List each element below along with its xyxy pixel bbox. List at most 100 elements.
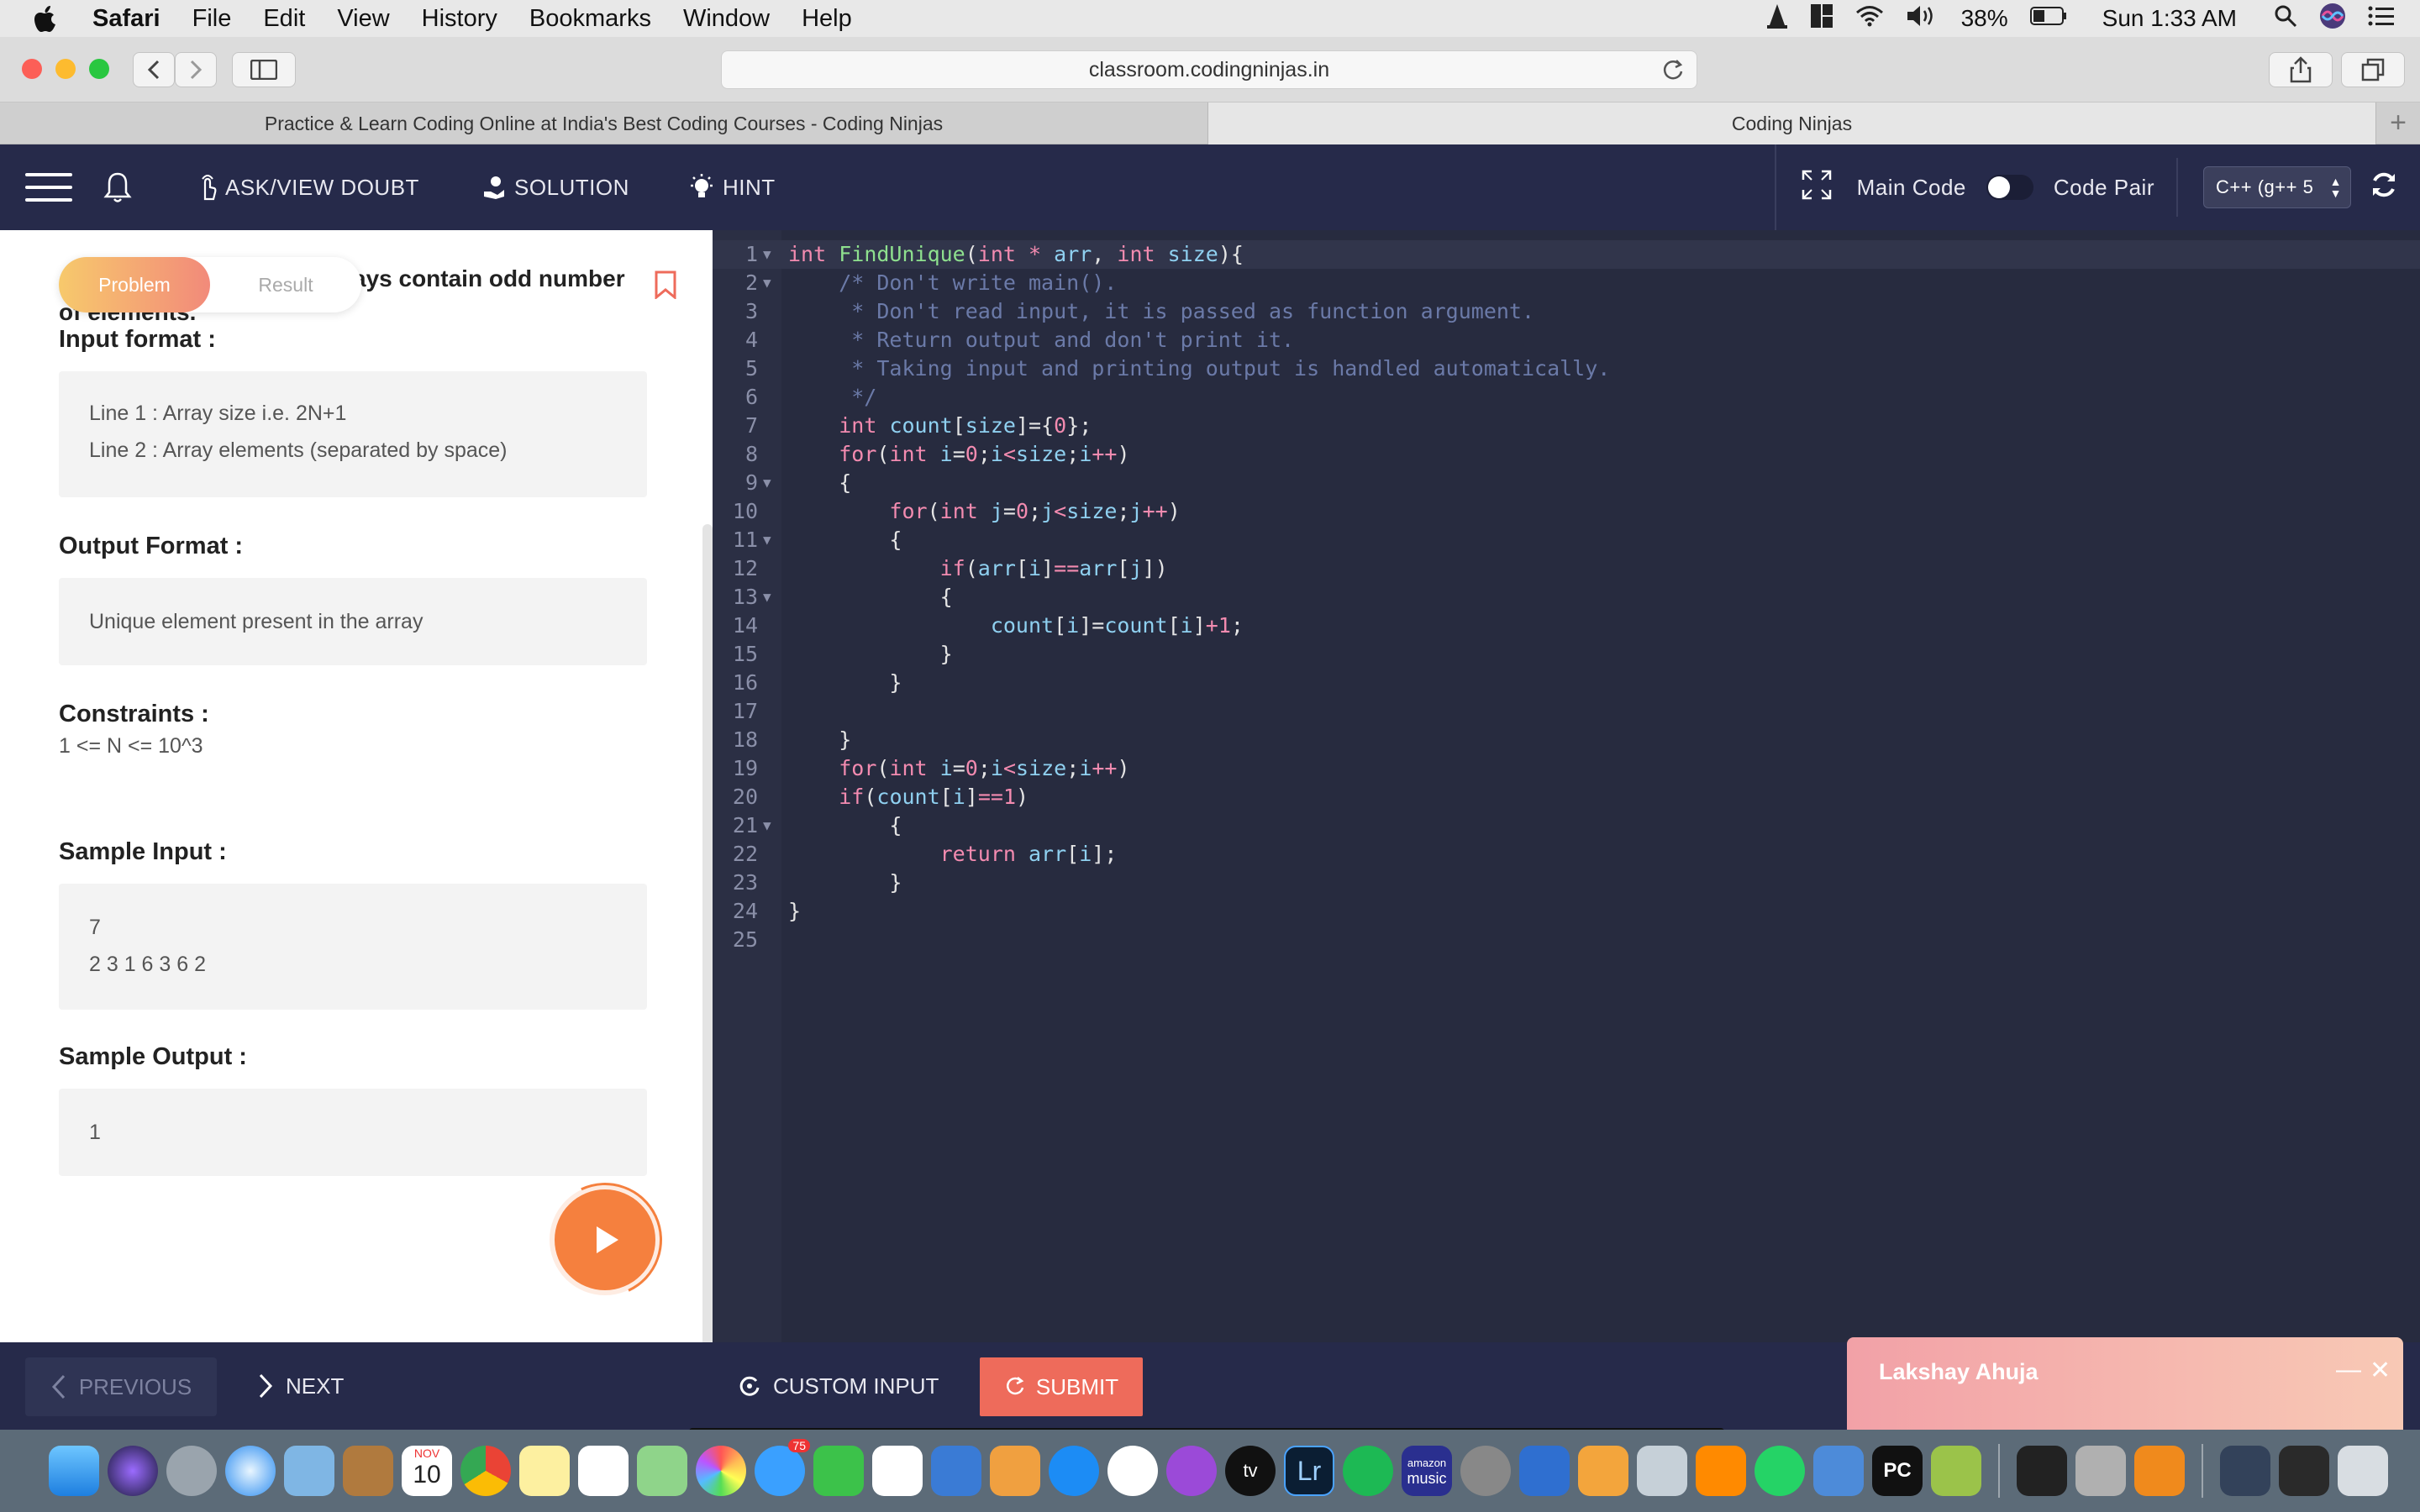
- menu-view[interactable]: View: [337, 5, 389, 33]
- chrome-icon[interactable]: [460, 1446, 511, 1496]
- code-line[interactable]: 15 }: [713, 640, 2420, 669]
- minimize-window-button[interactable]: [55, 59, 76, 79]
- code-line[interactable]: 22 return arr[i];: [713, 840, 2420, 869]
- code-line[interactable]: 16 }: [713, 669, 2420, 697]
- menu-bookmarks[interactable]: Bookmarks: [529, 5, 651, 33]
- lightroom-icon[interactable]: Lr: [1284, 1446, 1334, 1496]
- fold-arrow-icon[interactable]: ▼: [763, 811, 771, 840]
- code-line[interactable]: 10 for(int j=0;j<size;j++): [713, 497, 2420, 526]
- wifi-icon[interactable]: [1855, 5, 1884, 33]
- menubar-clock[interactable]: Sun 1:33 AM: [2102, 5, 2237, 32]
- code-line[interactable]: 9 ▼ {: [713, 469, 2420, 497]
- code-editor[interactable]: 1 ▼ int FindUnique(int * arr, int size){2 ▼…: [713, 230, 2420, 1342]
- tab-overview-button[interactable]: [2341, 52, 2405, 87]
- siri-icon[interactable]: [108, 1446, 158, 1496]
- tab-result[interactable]: Result: [210, 257, 361, 312]
- fold-arrow-icon[interactable]: ▼: [763, 526, 771, 554]
- code-line[interactable]: 4 * Return output and don't print it.: [713, 326, 2420, 354]
- sidebar-toggle-button[interactable]: [232, 52, 296, 87]
- address-bar[interactable]: classroom.codingninjas.in: [721, 50, 1697, 89]
- finder-icon[interactable]: [49, 1446, 99, 1496]
- system-preferences-icon[interactable]: [1460, 1446, 1511, 1496]
- safari-icon[interactable]: [225, 1446, 276, 1496]
- facetime-icon[interactable]: [813, 1446, 864, 1496]
- code-line[interactable]: 7 int count[size]={0};: [713, 412, 2420, 440]
- code-line[interactable]: 3 * Don't read input, it is passed as fu…: [713, 297, 2420, 326]
- spotify-icon[interactable]: [1343, 1446, 1393, 1496]
- battery-icon[interactable]: [2029, 5, 2067, 32]
- contacts-icon[interactable]: [343, 1446, 393, 1496]
- reminders-icon[interactable]: [578, 1446, 629, 1496]
- trash-icon[interactable]: [2338, 1446, 2388, 1496]
- pycharm-icon[interactable]: PC: [1872, 1446, 1923, 1496]
- notes-icon[interactable]: [519, 1446, 570, 1496]
- chat-widget[interactable]: Lakshay Ahuja — ✕: [1847, 1337, 2403, 1431]
- submit-button[interactable]: SUBMIT: [980, 1357, 1143, 1416]
- menu-edit[interactable]: Edit: [263, 5, 305, 33]
- previous-button[interactable]: PREVIOUS: [25, 1357, 217, 1416]
- books-icon[interactable]: [1578, 1446, 1628, 1496]
- code-line[interactable]: 8 for(int i=0;i<size;i++): [713, 440, 2420, 469]
- notification-center-icon[interactable]: [2368, 5, 2395, 33]
- keynote-icon[interactable]: [931, 1446, 981, 1496]
- menu-app-name[interactable]: Safari: [92, 5, 160, 33]
- code-line[interactable]: 2 ▼ /* Don't write main().: [713, 269, 2420, 297]
- ask-doubt-button[interactable]: ASK/VIEW DOUBT: [198, 144, 419, 230]
- preview-icon[interactable]: [1637, 1446, 1687, 1496]
- run-code-button[interactable]: [555, 1189, 655, 1290]
- reload-icon[interactable]: [1661, 58, 1685, 81]
- numbers-icon[interactable]: [872, 1446, 923, 1496]
- terminal-icon[interactable]: [2017, 1446, 2067, 1496]
- bookmark-icon[interactable]: [654, 270, 677, 299]
- apple-tv-icon[interactable]: tv: [1225, 1446, 1276, 1496]
- downloads-stack-icon[interactable]: [2220, 1446, 2270, 1496]
- code-line[interactable]: 12 if(arr[i]==arr[j]): [713, 554, 2420, 583]
- solution-button[interactable]: SOLUTION: [482, 144, 629, 230]
- code-line[interactable]: 19 for(int i=0;i<size;i++): [713, 754, 2420, 783]
- code-pair-toggle[interactable]: [1986, 175, 2033, 200]
- code-line[interactable]: 5 * Taking input and printing output is …: [713, 354, 2420, 383]
- music-icon[interactable]: [1107, 1446, 1158, 1496]
- code-line[interactable]: 6 */: [713, 383, 2420, 412]
- app-store-icon[interactable]: [1049, 1446, 1099, 1496]
- calculator-icon[interactable]: [2075, 1446, 2126, 1496]
- vlc-status-icon[interactable]: [1766, 3, 1788, 34]
- maps-icon[interactable]: [637, 1446, 687, 1496]
- tab-problem[interactable]: Problem: [59, 257, 210, 312]
- browser-tab-active[interactable]: Coding Ninjas: [1208, 102, 2376, 144]
- minimize-chat-icon[interactable]: —: [2336, 1356, 2361, 1384]
- close-chat-icon[interactable]: ✕: [2370, 1356, 2391, 1385]
- close-window-button[interactable]: [22, 59, 42, 79]
- back-button[interactable]: [133, 52, 175, 87]
- tiles-status-icon[interactable]: [1810, 3, 1833, 34]
- hamburger-menu-icon[interactable]: [25, 173, 72, 202]
- code-line[interactable]: 20 if(count[i]==1): [713, 783, 2420, 811]
- launchpad-icon[interactable]: [166, 1446, 217, 1496]
- zoom-window-button[interactable]: [89, 59, 109, 79]
- code-line[interactable]: 23 }: [713, 869, 2420, 897]
- code-line[interactable]: 18 }: [713, 726, 2420, 754]
- share-button[interactable]: [2269, 52, 2333, 87]
- apple-icon[interactable]: [34, 4, 59, 33]
- forward-button[interactable]: [175, 52, 217, 87]
- problem-scrollbar[interactable]: [702, 524, 713, 1342]
- pages-icon[interactable]: [990, 1446, 1040, 1496]
- code-line[interactable]: 13 ▼ {: [713, 583, 2420, 612]
- new-tab-button[interactable]: +: [2376, 102, 2420, 144]
- volume-icon[interactable]: [1906, 4, 1939, 34]
- siri-icon[interactable]: [2319, 3, 2346, 35]
- code-line[interactable]: 11 ▼ {: [713, 526, 2420, 554]
- code-line[interactable]: 21 ▼ {: [713, 811, 2420, 840]
- android-studio-icon[interactable]: [1931, 1446, 1981, 1496]
- postman-icon[interactable]: [1813, 1446, 1864, 1496]
- code-line[interactable]: 17: [713, 697, 2420, 726]
- whatsapp-icon[interactable]: [1754, 1446, 1805, 1496]
- next-button[interactable]: NEXT: [257, 1342, 344, 1430]
- fullscreen-icon[interactable]: [1802, 170, 1832, 206]
- mail-icon[interactable]: [284, 1446, 334, 1496]
- custom-input-button[interactable]: CUSTOM INPUT: [738, 1342, 939, 1430]
- menu-file[interactable]: File: [192, 5, 232, 33]
- code-line[interactable]: 14 count[i]=count[i]+1;: [713, 612, 2420, 640]
- fold-arrow-icon[interactable]: ▼: [763, 240, 771, 269]
- code-line[interactable]: 24}: [713, 897, 2420, 926]
